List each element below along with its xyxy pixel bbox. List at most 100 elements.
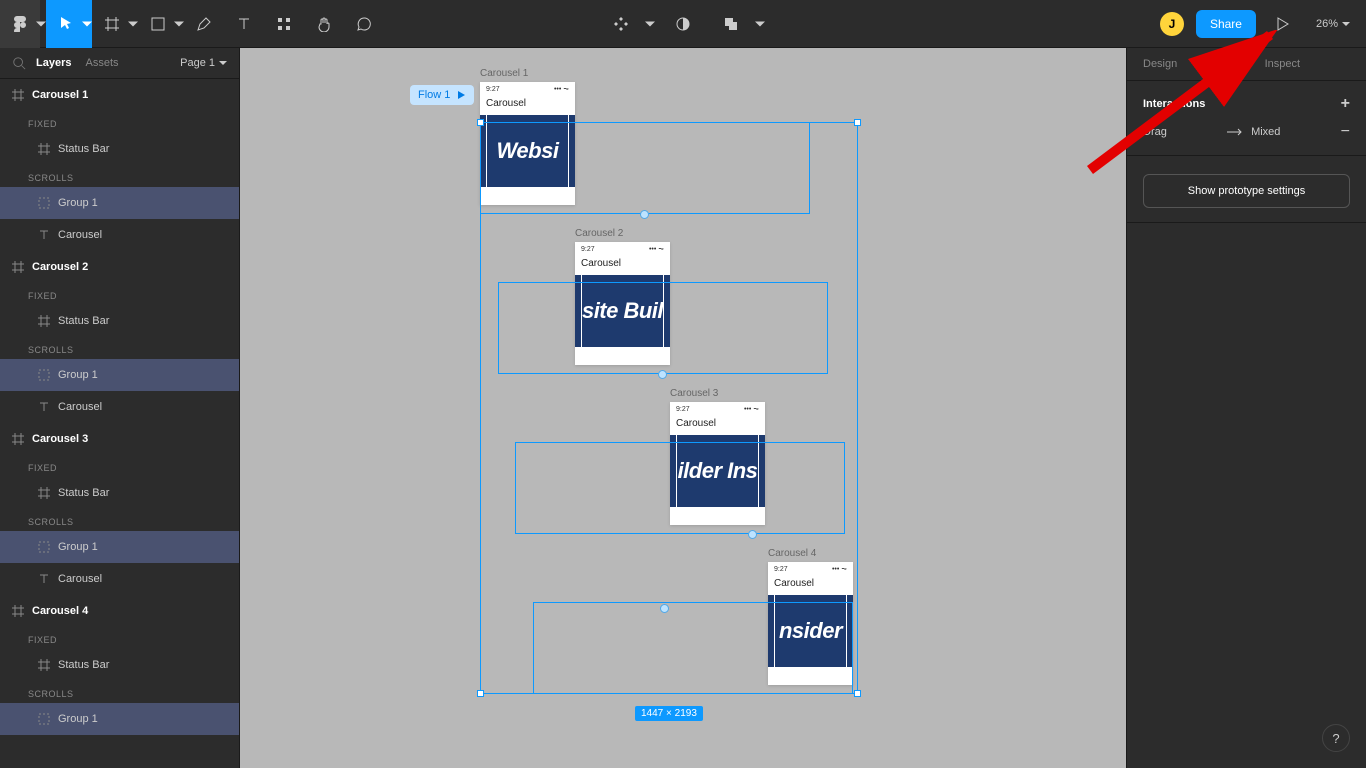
- layer-frame-carousel-1[interactable]: Carousel 1: [0, 79, 239, 111]
- layer-group-1[interactable]: Group 1: [0, 187, 239, 219]
- user-avatar[interactable]: J: [1160, 12, 1184, 36]
- frame-icon: [12, 89, 24, 101]
- play-icon: [1274, 16, 1290, 32]
- layer-section-scrolls: SCROLLS: [0, 681, 239, 703]
- arrow-right-icon: [1227, 128, 1243, 136]
- frame-label[interactable]: Carousel 3: [670, 388, 718, 399]
- selection-dimensions: 1447 × 2193: [635, 706, 703, 721]
- frame-label[interactable]: Carousel 1: [480, 68, 528, 79]
- resources-button[interactable]: [264, 0, 304, 48]
- tab-layers[interactable]: Layers: [36, 57, 71, 69]
- figma-logo-icon: [12, 16, 28, 32]
- layer-text-carousel[interactable]: Carousel: [0, 219, 239, 251]
- layer-status-bar[interactable]: Status Bar: [0, 477, 239, 509]
- frame-chevron[interactable]: [128, 0, 138, 48]
- group-icon: [38, 713, 50, 725]
- prototype-node[interactable]: [658, 370, 667, 379]
- zoom-value: 26%: [1316, 18, 1338, 30]
- play-icon: [456, 90, 466, 100]
- layer-group-1[interactable]: Group 1: [0, 531, 239, 563]
- layer-frame-carousel-4[interactable]: Carousel 4: [0, 595, 239, 627]
- frame-label[interactable]: Carousel 2: [575, 228, 623, 239]
- frame-tool-button[interactable]: [92, 0, 132, 48]
- shape-chevron[interactable]: [174, 0, 184, 48]
- text-icon: [236, 16, 252, 32]
- layer-section-fixed: FIXED: [0, 283, 239, 305]
- interaction-row[interactable]: Drag Mixed −: [1143, 123, 1350, 141]
- tab-assets[interactable]: Assets: [85, 57, 118, 69]
- move-chevron[interactable]: [82, 0, 92, 48]
- boolean-button[interactable]: [711, 0, 751, 48]
- layer-frame-carousel-3[interactable]: Carousel 3: [0, 423, 239, 455]
- frame-carousel-1[interactable]: 9:27••• ⏦ Carousel Websi: [480, 82, 575, 205]
- layer-section-scrolls: SCROLLS: [0, 509, 239, 531]
- layers-panel: Layers Assets Page 1 Carousel 1 FIXED St…: [0, 48, 240, 768]
- pen-icon: [196, 16, 212, 32]
- frame-icon: [12, 433, 24, 445]
- pen-tool-button[interactable]: [184, 0, 224, 48]
- rectangle-icon: [150, 16, 166, 32]
- prototype-node[interactable]: [748, 530, 757, 539]
- tab-inspect[interactable]: Inspect: [1265, 58, 1300, 70]
- search-icon[interactable]: [12, 56, 26, 70]
- layer-group-1[interactable]: Group 1: [0, 703, 239, 735]
- layer-text-carousel[interactable]: Carousel: [0, 391, 239, 423]
- move-tool-button[interactable]: [46, 0, 86, 48]
- mask-button[interactable]: [663, 0, 703, 48]
- add-interaction-button[interactable]: +: [1341, 95, 1350, 113]
- toolbar: J Share 26%: [0, 0, 1366, 48]
- help-button[interactable]: ?: [1322, 724, 1350, 752]
- layer-frame-carousel-2[interactable]: Carousel 2: [0, 251, 239, 283]
- boolean-icon: [723, 16, 739, 32]
- menu-chevron[interactable]: [36, 0, 46, 48]
- tab-design[interactable]: Design: [1143, 58, 1177, 70]
- comment-tool-button[interactable]: [344, 0, 384, 48]
- present-button[interactable]: [1268, 0, 1296, 48]
- text-icon: [38, 229, 50, 241]
- frame-icon: [104, 16, 120, 32]
- cursor-icon: [58, 16, 74, 32]
- frame-carousel-4[interactable]: 9:27••• ⏦ Carousel nsider: [768, 562, 853, 685]
- components-button[interactable]: [601, 0, 641, 48]
- chevron-down-icon: [219, 59, 227, 67]
- frame-icon: [38, 315, 50, 327]
- frame-carousel-2[interactable]: 9:27••• ⏦ Carousel site Buil: [575, 242, 670, 365]
- layer-section-scrolls: SCROLLS: [0, 337, 239, 359]
- layer-status-bar[interactable]: Status Bar: [0, 305, 239, 337]
- page-dropdown[interactable]: Page 1: [180, 57, 227, 69]
- resources-icon: [276, 16, 292, 32]
- frame-icon: [38, 659, 50, 671]
- layer-status-bar[interactable]: Status Bar: [0, 649, 239, 681]
- components-chevron[interactable]: [645, 0, 655, 48]
- prototype-node[interactable]: [660, 604, 669, 613]
- text-icon: [38, 401, 50, 413]
- tab-prototype[interactable]: Prototype: [1195, 58, 1246, 70]
- flow-badge[interactable]: Flow 1: [410, 85, 474, 105]
- show-prototype-settings-button[interactable]: Show prototype settings: [1143, 174, 1350, 208]
- text-icon: [38, 573, 50, 585]
- frame-label[interactable]: Carousel 4: [768, 548, 816, 559]
- frame-carousel-3[interactable]: 9:27••• ⏦ Carousel ilder Ins: [670, 402, 765, 525]
- layer-text-carousel[interactable]: Carousel: [0, 563, 239, 595]
- remove-interaction-button[interactable]: −: [1341, 123, 1350, 141]
- chevron-down-icon: [1342, 20, 1350, 28]
- layer-section-fixed: FIXED: [0, 627, 239, 649]
- text-tool-button[interactable]: [224, 0, 264, 48]
- layer-status-bar[interactable]: Status Bar: [0, 133, 239, 165]
- prototype-node[interactable]: [640, 210, 649, 219]
- canvas[interactable]: Flow 1 Carousel 1 9:27••• ⏦ Carousel Web…: [240, 48, 1126, 768]
- shape-tool-button[interactable]: [138, 0, 178, 48]
- group-icon: [38, 369, 50, 381]
- figma-menu-button[interactable]: [0, 0, 40, 48]
- group-icon: [38, 541, 50, 553]
- layer-group-1[interactable]: Group 1: [0, 359, 239, 391]
- layer-section-fixed: FIXED: [0, 455, 239, 477]
- layer-section-scrolls: SCROLLS: [0, 165, 239, 187]
- frame-icon: [12, 605, 24, 617]
- boolean-chevron[interactable]: [755, 0, 765, 48]
- hand-tool-button[interactable]: [304, 0, 344, 48]
- zoom-dropdown[interactable]: 26%: [1308, 18, 1358, 30]
- inspector-panel: Design Prototype Inspect Interactions + …: [1126, 48, 1366, 768]
- frame-icon: [38, 487, 50, 499]
- share-button[interactable]: Share: [1196, 10, 1256, 38]
